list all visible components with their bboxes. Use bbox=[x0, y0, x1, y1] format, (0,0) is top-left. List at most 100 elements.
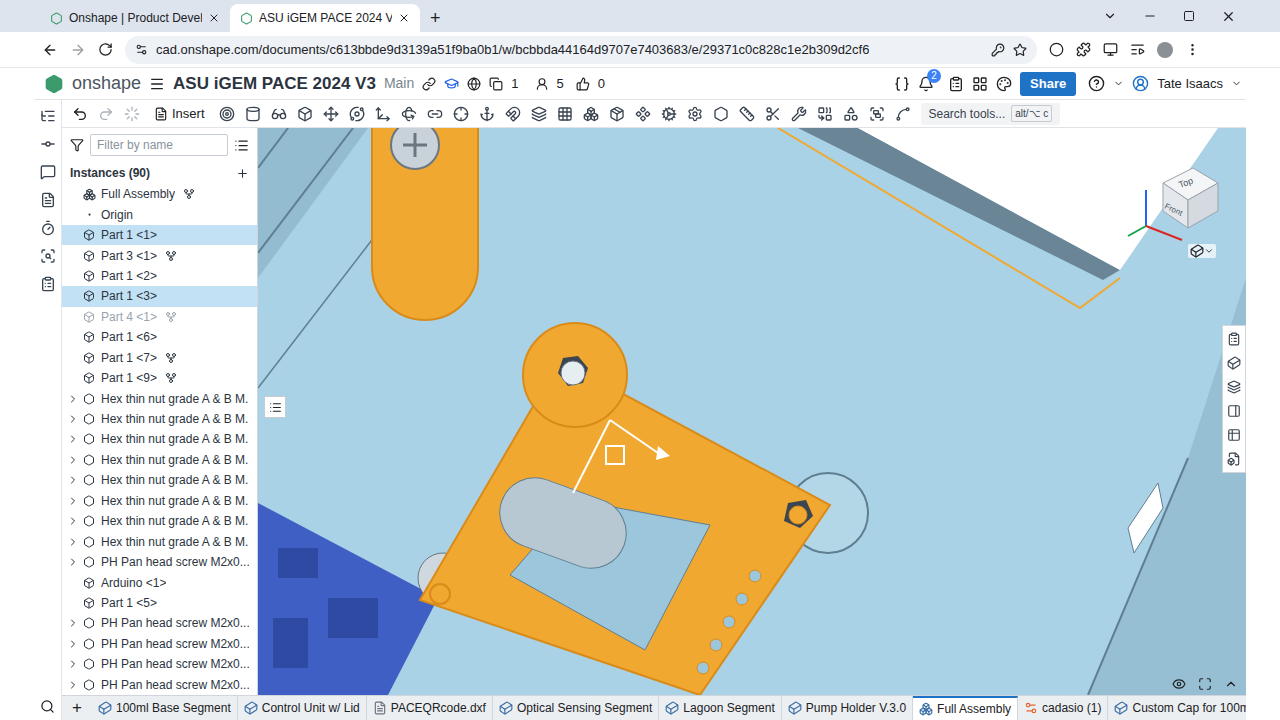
tool-icon[interactable] bbox=[713, 106, 729, 122]
expand-icon[interactable] bbox=[67, 495, 79, 507]
view-cube-front[interactable]: Front bbox=[1163, 202, 1184, 218]
instance-row[interactable]: Part 1 <6> bbox=[62, 327, 257, 347]
add-folder-icon[interactable] bbox=[236, 167, 249, 180]
zoom-fit-icon[interactable] bbox=[1198, 677, 1212, 691]
right-panel-icon[interactable] bbox=[1227, 356, 1241, 370]
bookmark-star-icon[interactable] bbox=[1013, 43, 1027, 57]
instance-row[interactable]: Part 1 <3> bbox=[62, 286, 257, 306]
document-tab[interactable]: Full Assembly bbox=[913, 696, 1018, 720]
right-panel-icon[interactable] bbox=[1227, 332, 1241, 346]
expand-icon[interactable] bbox=[67, 454, 79, 466]
tool-icon[interactable] bbox=[869, 106, 885, 122]
extensions-icon[interactable] bbox=[1076, 42, 1091, 57]
tool-icon[interactable] bbox=[895, 106, 911, 122]
user-name[interactable]: Tate Isaacs bbox=[1157, 74, 1223, 94]
instance-row[interactable]: PH Pan head screw M2x0.... bbox=[62, 613, 257, 633]
expand-panel-button[interactable] bbox=[264, 396, 286, 418]
filter-field[interactable]: Filter by name bbox=[90, 134, 228, 156]
tool-icon[interactable] bbox=[635, 106, 651, 122]
url-field[interactable]: cad.onshape.com/documents/c613bbde9d3139… bbox=[125, 36, 1037, 64]
instance-row[interactable]: Part 1 <5> bbox=[62, 593, 257, 613]
tool-icon[interactable] bbox=[453, 106, 469, 122]
followers-icon[interactable] bbox=[535, 77, 549, 91]
expand-icon[interactable] bbox=[67, 617, 79, 629]
graphics-viewport[interactable]: TopFront bbox=[258, 128, 1246, 695]
app-store-icon[interactable] bbox=[972, 76, 988, 92]
new-tab-button[interactable]: + bbox=[420, 4, 451, 32]
followers-count[interactable]: 5 bbox=[557, 74, 564, 94]
release-icon[interactable] bbox=[948, 76, 964, 92]
user-avatar-icon[interactable] bbox=[1132, 75, 1149, 92]
tool-icon[interactable] bbox=[505, 106, 521, 122]
tool-icon[interactable] bbox=[271, 106, 287, 122]
versions-count[interactable]: 1 bbox=[511, 74, 518, 94]
site-info-icon[interactable] bbox=[135, 43, 148, 56]
instance-row[interactable]: Hex thin nut grade A & B M... bbox=[62, 429, 257, 449]
redo-icon[interactable] bbox=[98, 106, 114, 122]
panel-toggle-icon[interactable] bbox=[40, 220, 56, 236]
likes-count[interactable]: 0 bbox=[598, 74, 605, 94]
tool-icon[interactable] bbox=[323, 106, 339, 122]
password-key-icon[interactable] bbox=[991, 43, 1005, 57]
document-title[interactable]: ASU iGEM PACE 2024 V3 bbox=[173, 71, 376, 97]
expand-icon[interactable] bbox=[67, 536, 79, 548]
instance-row[interactable]: Origin bbox=[62, 204, 257, 224]
close-tab-icon[interactable] bbox=[398, 12, 410, 24]
tool-icon[interactable] bbox=[765, 106, 781, 122]
insert-button[interactable]: Insert bbox=[150, 104, 209, 124]
notifications-button[interactable]: 2 bbox=[918, 76, 934, 92]
browser-tab[interactable]: ASU iGEM PACE 2024 V3 | Full A bbox=[230, 4, 420, 32]
versions-icon[interactable] bbox=[489, 77, 503, 91]
panel-toggle-icon[interactable] bbox=[40, 164, 56, 180]
share-button[interactable]: Share bbox=[1020, 72, 1076, 96]
browser-tab[interactable]: Onshape | Product Developme bbox=[40, 4, 230, 32]
expand-icon[interactable] bbox=[67, 556, 79, 568]
instance-row[interactable]: Full Assembly bbox=[62, 184, 257, 204]
instance-row[interactable]: PH Pan head screw M2x0.... bbox=[62, 634, 257, 654]
instance-row[interactable]: Hex thin nut grade A & B M... bbox=[62, 409, 257, 429]
tool-icon[interactable] bbox=[791, 106, 807, 122]
panel-toggle-icon[interactable] bbox=[40, 192, 56, 208]
instance-row[interactable]: Arduino <1> bbox=[62, 572, 257, 592]
expand-icon[interactable] bbox=[67, 515, 79, 527]
expand-icon[interactable] bbox=[67, 658, 79, 670]
help-icon[interactable] bbox=[1088, 75, 1105, 92]
browser-menu-icon[interactable] bbox=[1185, 42, 1200, 57]
panel-toggle-icon[interactable] bbox=[40, 276, 56, 292]
instance-row[interactable]: Part 1 <9> bbox=[62, 368, 257, 388]
link-icon[interactable] bbox=[422, 77, 436, 91]
right-panel-icon[interactable] bbox=[1227, 380, 1241, 394]
onshape-logo-icon[interactable] bbox=[44, 74, 64, 94]
reload-icon[interactable] bbox=[98, 42, 113, 57]
user-menu-icon[interactable] bbox=[1231, 78, 1242, 89]
document-tab[interactable]: PACEQRcode.dxf bbox=[367, 696, 493, 720]
profile-avatar-icon[interactable] bbox=[1157, 42, 1173, 58]
add-tab-button[interactable]: + bbox=[62, 696, 92, 720]
instance-row[interactable]: Part 3 <1> bbox=[62, 245, 257, 265]
tool-icon[interactable] bbox=[557, 106, 573, 122]
panel-toggle-icon[interactable] bbox=[40, 136, 56, 152]
onshape-logo[interactable]: onshape bbox=[72, 70, 141, 97]
instance-row[interactable]: Hex thin nut grade A & B M... bbox=[62, 470, 257, 490]
document-tab[interactable]: Pump Holder V.3.0 bbox=[782, 696, 913, 720]
tool-icon[interactable] bbox=[817, 106, 833, 122]
maximize-icon[interactable] bbox=[1183, 10, 1195, 22]
tool-icon[interactable] bbox=[843, 106, 859, 122]
tab-search-icon[interactable] bbox=[1103, 9, 1117, 23]
expand-icon[interactable] bbox=[67, 393, 79, 405]
like-icon[interactable] bbox=[576, 77, 590, 91]
tool-icon[interactable] bbox=[375, 106, 391, 122]
view-mode-button[interactable] bbox=[1188, 244, 1216, 258]
right-panel-icon[interactable] bbox=[1227, 404, 1241, 418]
document-tab[interactable]: Optical Sensing Segment bbox=[493, 696, 659, 720]
tool-icon[interactable] bbox=[661, 106, 677, 122]
document-tab[interactable]: cadasio (1) bbox=[1018, 696, 1108, 720]
back-icon[interactable] bbox=[42, 42, 58, 58]
tool-icon[interactable] bbox=[219, 106, 235, 122]
extension-icon[interactable] bbox=[1049, 42, 1064, 57]
close-tab-icon[interactable] bbox=[208, 12, 220, 24]
filter-icon[interactable] bbox=[70, 138, 84, 152]
expand-icon[interactable] bbox=[67, 433, 79, 445]
document-tab[interactable]: Control Unit w/ Lid bbox=[238, 696, 367, 720]
instance-row[interactable]: Hex thin nut grade A & B M... bbox=[62, 531, 257, 551]
